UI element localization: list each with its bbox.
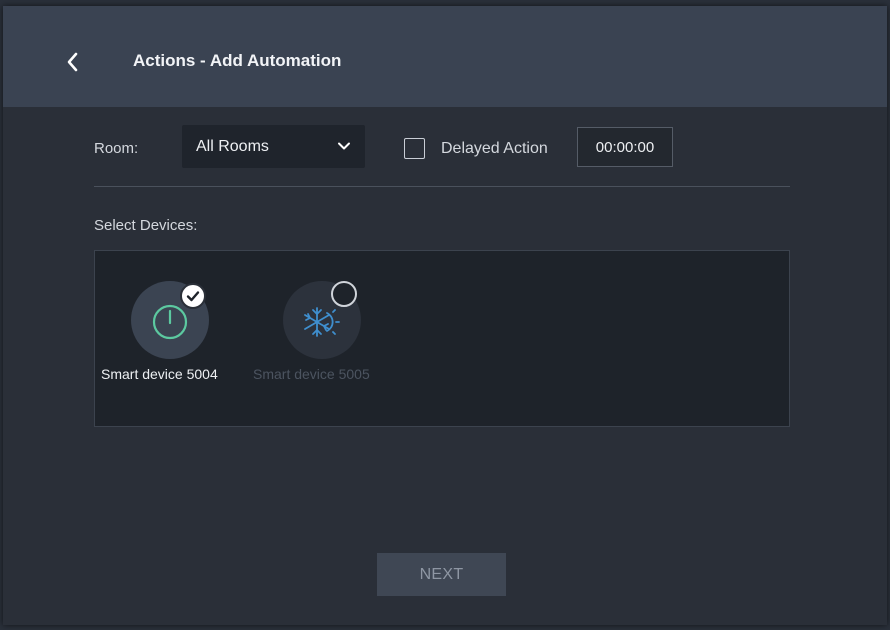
device-name: Smart device 5005 [253, 366, 370, 382]
chevron-down-icon [338, 142, 350, 150]
chevron-left-icon [67, 52, 78, 72]
unselected-radio-icon [331, 281, 357, 307]
device-name: Smart device 5004 [101, 366, 218, 382]
divider [94, 186, 790, 187]
device-card-5004[interactable]: Smart device 5004 [95, 251, 245, 391]
room-label: Room: [94, 140, 139, 157]
selected-check-icon [180, 283, 206, 309]
device-card-5005[interactable]: Smart device 5005 [245, 251, 395, 391]
delayed-action-checkbox[interactable] [404, 138, 425, 159]
page-title: Actions - Add Automation [133, 51, 342, 70]
room-dropdown-value: All Rooms [196, 138, 269, 155]
select-devices-label: Select Devices: [94, 217, 198, 234]
header-bar: Actions - Add Automation [3, 6, 887, 107]
delay-time-input[interactable] [577, 127, 673, 167]
device-list: Smart device 5004 Smart device 5005 [94, 250, 790, 427]
next-button[interactable]: NEXT [377, 553, 506, 596]
room-dropdown[interactable]: All Rooms [182, 125, 365, 168]
delayed-action-label: Delayed Action [441, 140, 548, 157]
back-button[interactable] [58, 47, 88, 77]
add-automation-dialog: Actions - Add Automation Room: All Rooms… [3, 6, 887, 625]
